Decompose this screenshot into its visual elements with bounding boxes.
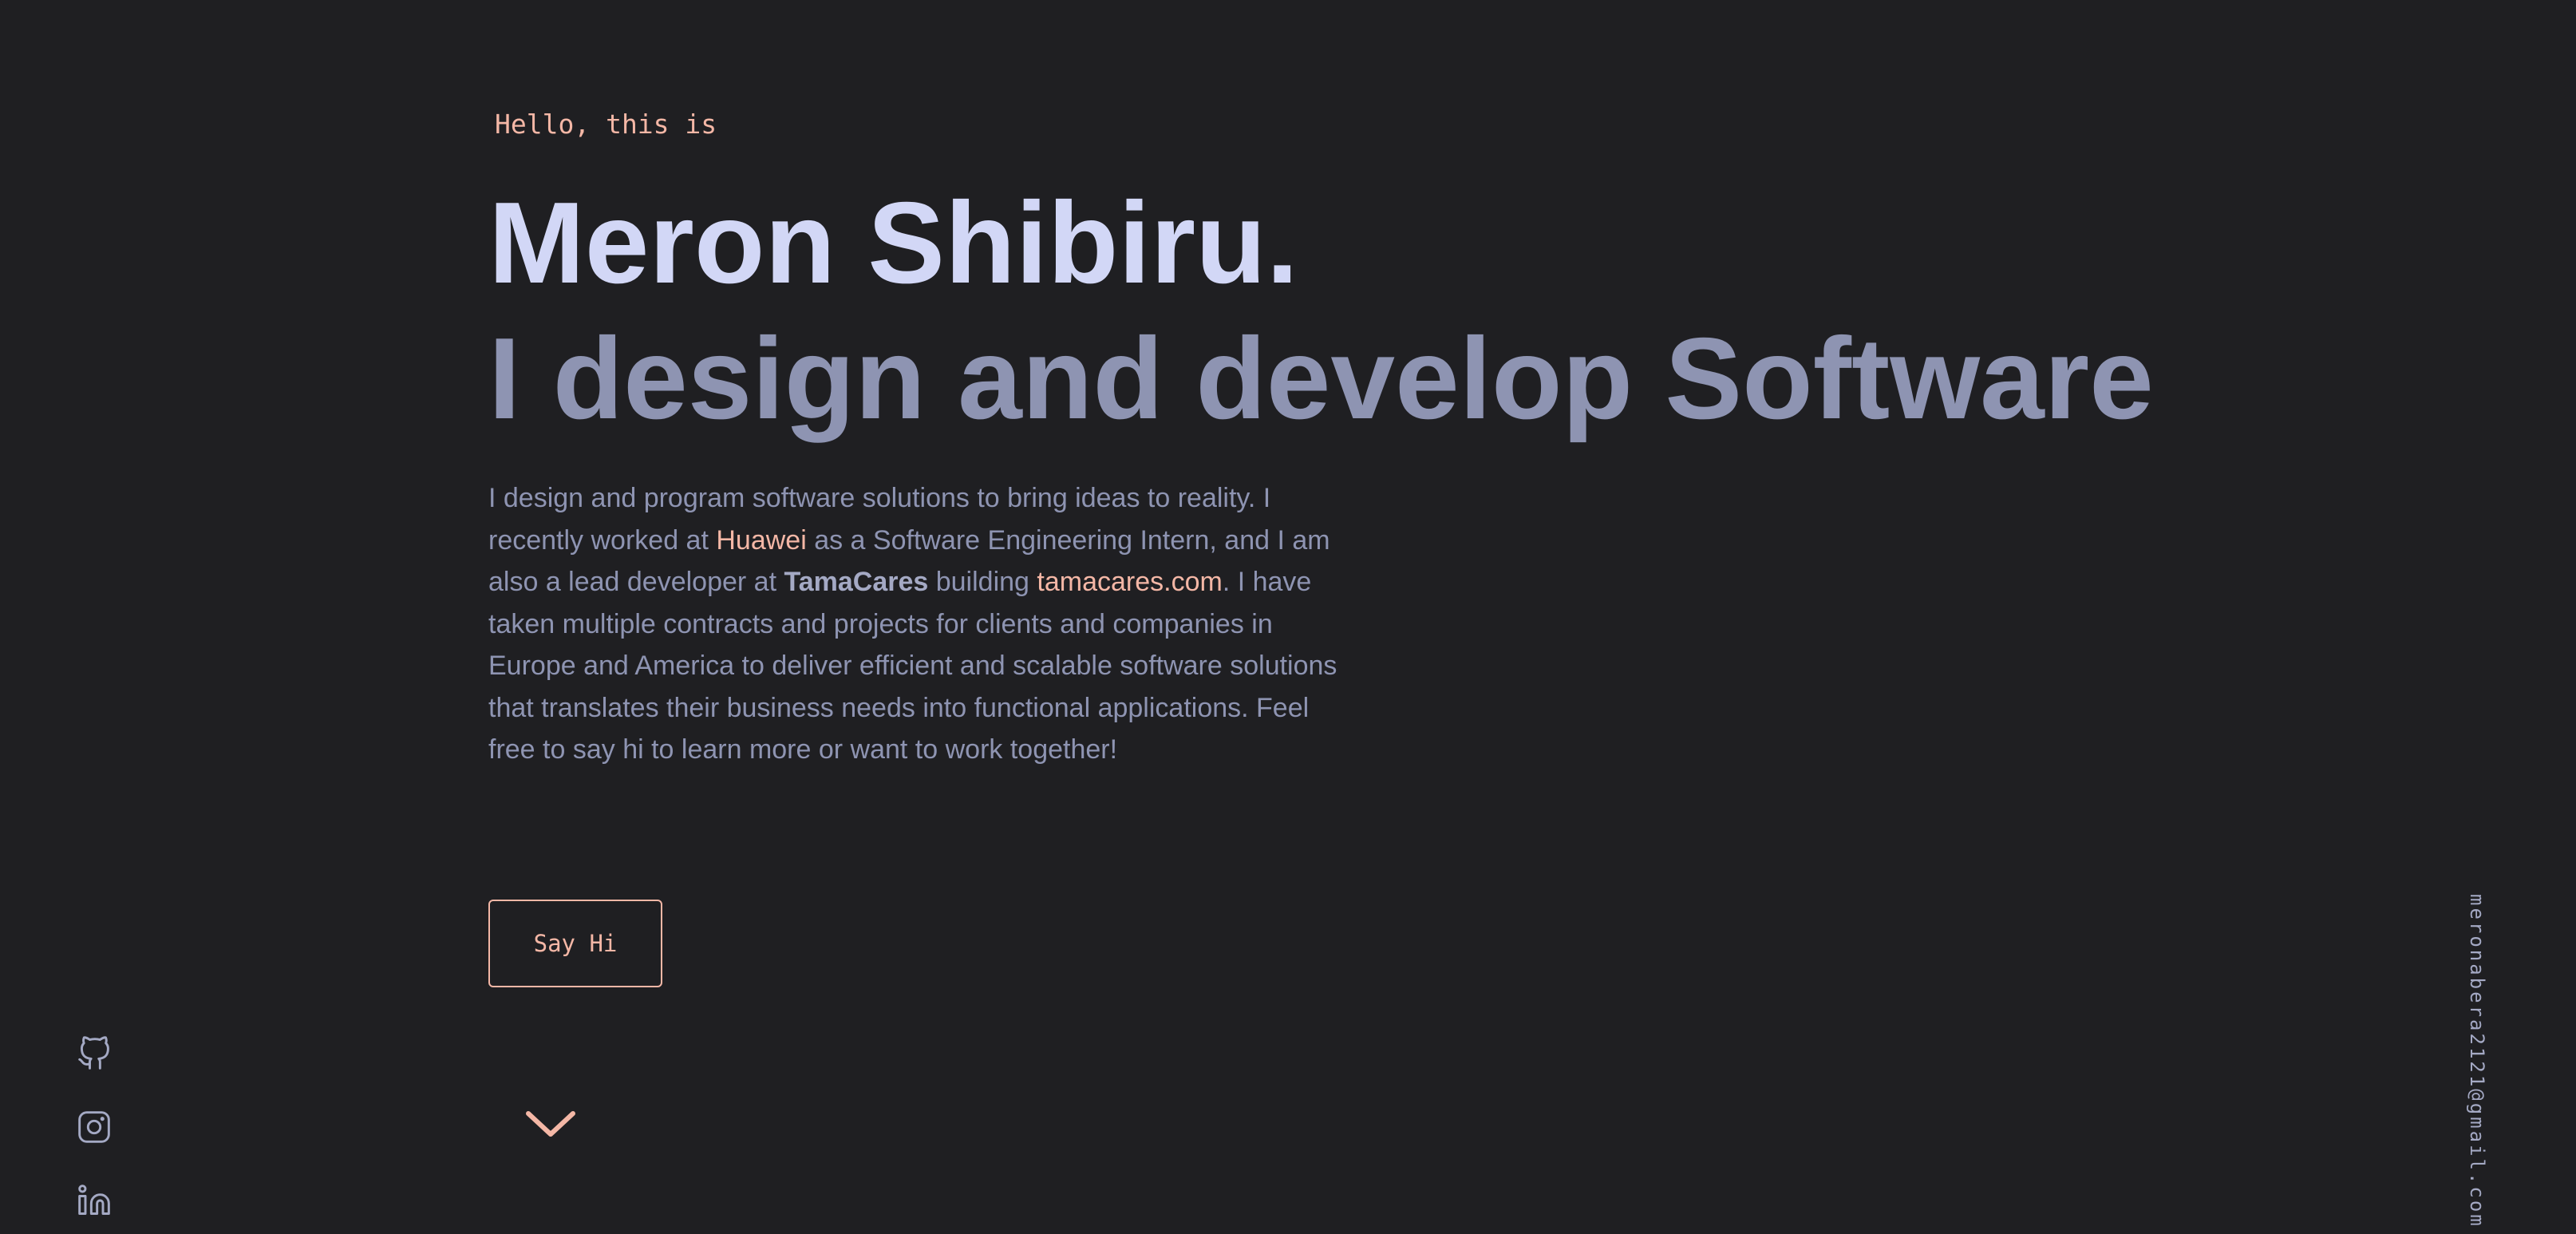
github-icon: [77, 1036, 112, 1074]
linkedin-link[interactable]: [73, 1181, 115, 1223]
tamacares-name: TamaCares: [784, 567, 929, 597]
say-hi-button[interactable]: Say Hi: [488, 900, 662, 987]
instagram-link[interactable]: [73, 1108, 115, 1149]
instagram-icon: [77, 1109, 112, 1148]
chevron-down-icon[interactable]: [522, 1105, 579, 1141]
huawei-link[interactable]: Huawei: [716, 525, 806, 556]
email-link[interactable]: meronabera2121@gmail.com: [2453, 894, 2501, 1229]
bio-paragraph: I design and program software solutions …: [488, 477, 1358, 771]
greeting-text: Hello, this is: [495, 109, 717, 140]
github-link[interactable]: [73, 1034, 115, 1076]
hero-name: Meron Shibiru.: [488, 178, 1298, 307]
linkedin-icon: [77, 1183, 112, 1221]
hero-tagline: I design and develop Software: [488, 314, 2154, 443]
tamacares-link[interactable]: tamacares.com: [1037, 567, 1222, 597]
bio-text: building: [928, 567, 1037, 597]
